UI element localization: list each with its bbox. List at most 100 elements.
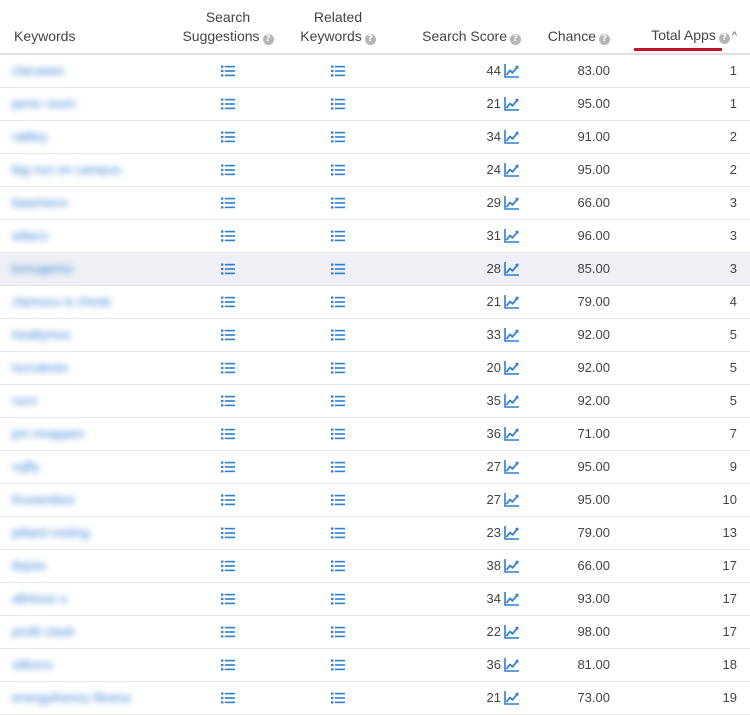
- related-keywords-list-icon[interactable]: [331, 527, 345, 539]
- search-suggestions-list-icon[interactable]: [221, 197, 235, 209]
- search-suggestions-list-icon[interactable]: [221, 560, 235, 572]
- trend-chart-icon[interactable]: [504, 262, 520, 276]
- search-suggestions-list-icon[interactable]: [221, 527, 235, 539]
- trend-chart-icon[interactable]: [504, 97, 520, 111]
- help-icon[interactable]: ?: [364, 34, 376, 45]
- keyword-link[interactable]: profit clash: [12, 624, 75, 639]
- trend-chart-icon[interactable]: [504, 592, 520, 606]
- total-apps-value: 3: [729, 261, 737, 276]
- search-suggestions-list-icon[interactable]: [221, 296, 235, 308]
- keyword-link[interactable]: rucn: [12, 393, 37, 408]
- trend-chart-icon[interactable]: [504, 328, 520, 342]
- related-keywords-list-icon[interactable]: [331, 131, 345, 143]
- trend-chart-icon[interactable]: [504, 658, 520, 672]
- trend-chart-icon[interactable]: [504, 64, 520, 78]
- search-suggestions-list-icon[interactable]: [221, 692, 235, 704]
- trend-chart-icon[interactable]: [504, 229, 520, 243]
- table-row: rujfly 27 95.00 9: [0, 451, 750, 484]
- keyword-link[interactable]: lomugemo: [12, 261, 73, 276]
- col-search-score[interactable]: Search Score?: [422, 27, 521, 46]
- keyword-link[interactable]: allnloon s: [12, 591, 67, 606]
- trend-chart-icon[interactable]: [504, 163, 520, 177]
- keyword-link[interactable]: jellard rosting: [12, 525, 89, 540]
- search-suggestions-list-icon[interactable]: [221, 461, 235, 473]
- table-row: rucn 35 92.00 5: [0, 385, 750, 418]
- search-suggestions-list-icon[interactable]: [221, 395, 235, 407]
- search-suggestions-list-icon[interactable]: [221, 131, 235, 143]
- trend-chart-icon[interactable]: [504, 427, 520, 441]
- search-suggestions-list-icon[interactable]: [221, 164, 235, 176]
- trend-chart-icon[interactable]: [504, 361, 520, 375]
- keyword-link[interactable]: energythency fitness: [12, 690, 131, 705]
- related-keywords-list-icon[interactable]: [331, 263, 345, 275]
- trend-chart-icon[interactable]: [504, 295, 520, 309]
- keyword-link[interactable]: ltejoio: [12, 558, 46, 573]
- related-keywords-list-icon[interactable]: [331, 428, 345, 440]
- keyword-link[interactable]: lucrutesto: [12, 360, 68, 375]
- related-keywords-list-icon[interactable]: [331, 65, 345, 77]
- keyword-link[interactable]: rattley: [12, 129, 47, 144]
- col-keywords[interactable]: Keywords: [14, 27, 75, 46]
- trend-chart-icon[interactable]: [504, 130, 520, 144]
- related-keywords-list-icon[interactable]: [331, 626, 345, 638]
- search-suggestions-list-icon[interactable]: [221, 428, 235, 440]
- sort-ascending-icon[interactable]: ^: [732, 27, 737, 46]
- related-keywords-list-icon[interactable]: [331, 659, 345, 671]
- keyword-link[interactable]: claruweo: [12, 63, 64, 78]
- search-suggestions-list-icon[interactable]: [221, 362, 235, 374]
- trend-chart-icon[interactable]: [504, 526, 520, 540]
- col-search-suggestions[interactable]: Search Suggestions?: [180, 8, 276, 46]
- help-icon[interactable]: ?: [718, 33, 730, 44]
- related-keywords-list-icon[interactable]: [331, 395, 345, 407]
- col-total-apps[interactable]: Total Apps? ^: [651, 26, 737, 46]
- search-suggestions-list-icon[interactable]: [221, 593, 235, 605]
- keyword-link[interactable]: healtymoc: [12, 327, 71, 342]
- search-suggestions-list-icon[interactable]: [221, 230, 235, 242]
- related-keywords-list-icon[interactable]: [331, 296, 345, 308]
- search-score-value: 33: [486, 327, 501, 342]
- search-suggestions-list-icon[interactable]: [221, 65, 235, 77]
- keyword-link[interactable]: bawmeco: [12, 195, 68, 210]
- help-icon[interactable]: ?: [262, 34, 274, 45]
- related-keywords-list-icon[interactable]: [331, 560, 345, 572]
- search-suggestions-list-icon[interactable]: [221, 659, 235, 671]
- related-keywords-list-icon[interactable]: [331, 593, 345, 605]
- col-related-keywords[interactable]: Related Keywords?: [292, 8, 384, 46]
- related-keywords-list-icon[interactable]: [331, 197, 345, 209]
- search-suggestions-list-icon[interactable]: [221, 98, 235, 110]
- related-keywords-list-icon[interactable]: [331, 494, 345, 506]
- keyword-link[interactable]: jamic room: [12, 96, 76, 111]
- related-keywords-list-icon[interactable]: [331, 98, 345, 110]
- keyword-link[interactable]: lirusembes: [12, 492, 75, 507]
- search-suggestions-list-icon[interactable]: [221, 626, 235, 638]
- search-suggestions-list-icon[interactable]: [221, 494, 235, 506]
- keyword-link[interactable]: clamocu is chosk: [12, 294, 111, 309]
- trend-chart-icon[interactable]: [504, 394, 520, 408]
- trend-chart-icon[interactable]: [504, 493, 520, 507]
- search-suggestions-list-icon[interactable]: [221, 329, 235, 341]
- related-keywords-list-icon[interactable]: [331, 692, 345, 704]
- col-chance[interactable]: Chance?: [548, 27, 610, 46]
- related-keywords-list-icon[interactable]: [331, 461, 345, 473]
- trend-chart-icon[interactable]: [504, 559, 520, 573]
- related-keywords-list-icon[interactable]: [331, 362, 345, 374]
- keyword-link[interactable]: jen mrappen: [12, 426, 84, 441]
- chance-value: 79.00: [577, 525, 610, 540]
- keyword-link[interactable]: rujfly: [12, 459, 39, 474]
- trend-chart-icon[interactable]: [504, 691, 520, 705]
- trend-chart-icon[interactable]: [504, 625, 520, 639]
- keyword-link[interactable]: wilaco: [12, 228, 48, 243]
- related-keywords-list-icon[interactable]: [331, 329, 345, 341]
- trend-chart-icon[interactable]: [504, 460, 520, 474]
- search-suggestions-list-icon[interactable]: [221, 263, 235, 275]
- related-keywords-list-icon[interactable]: [331, 164, 345, 176]
- help-icon[interactable]: ?: [599, 34, 610, 45]
- search-score-value: 31: [486, 228, 501, 243]
- trend-chart-icon[interactable]: [504, 196, 520, 210]
- related-keywords-list-icon[interactable]: [331, 230, 345, 242]
- keyword-link[interactable]: big roci on campus: [12, 162, 121, 177]
- keyword-link[interactable]: stikoco: [12, 657, 52, 672]
- col-related-keywords-line2: Keywords: [300, 28, 362, 44]
- search-score-value: 35: [486, 393, 501, 408]
- help-icon[interactable]: ?: [510, 34, 521, 45]
